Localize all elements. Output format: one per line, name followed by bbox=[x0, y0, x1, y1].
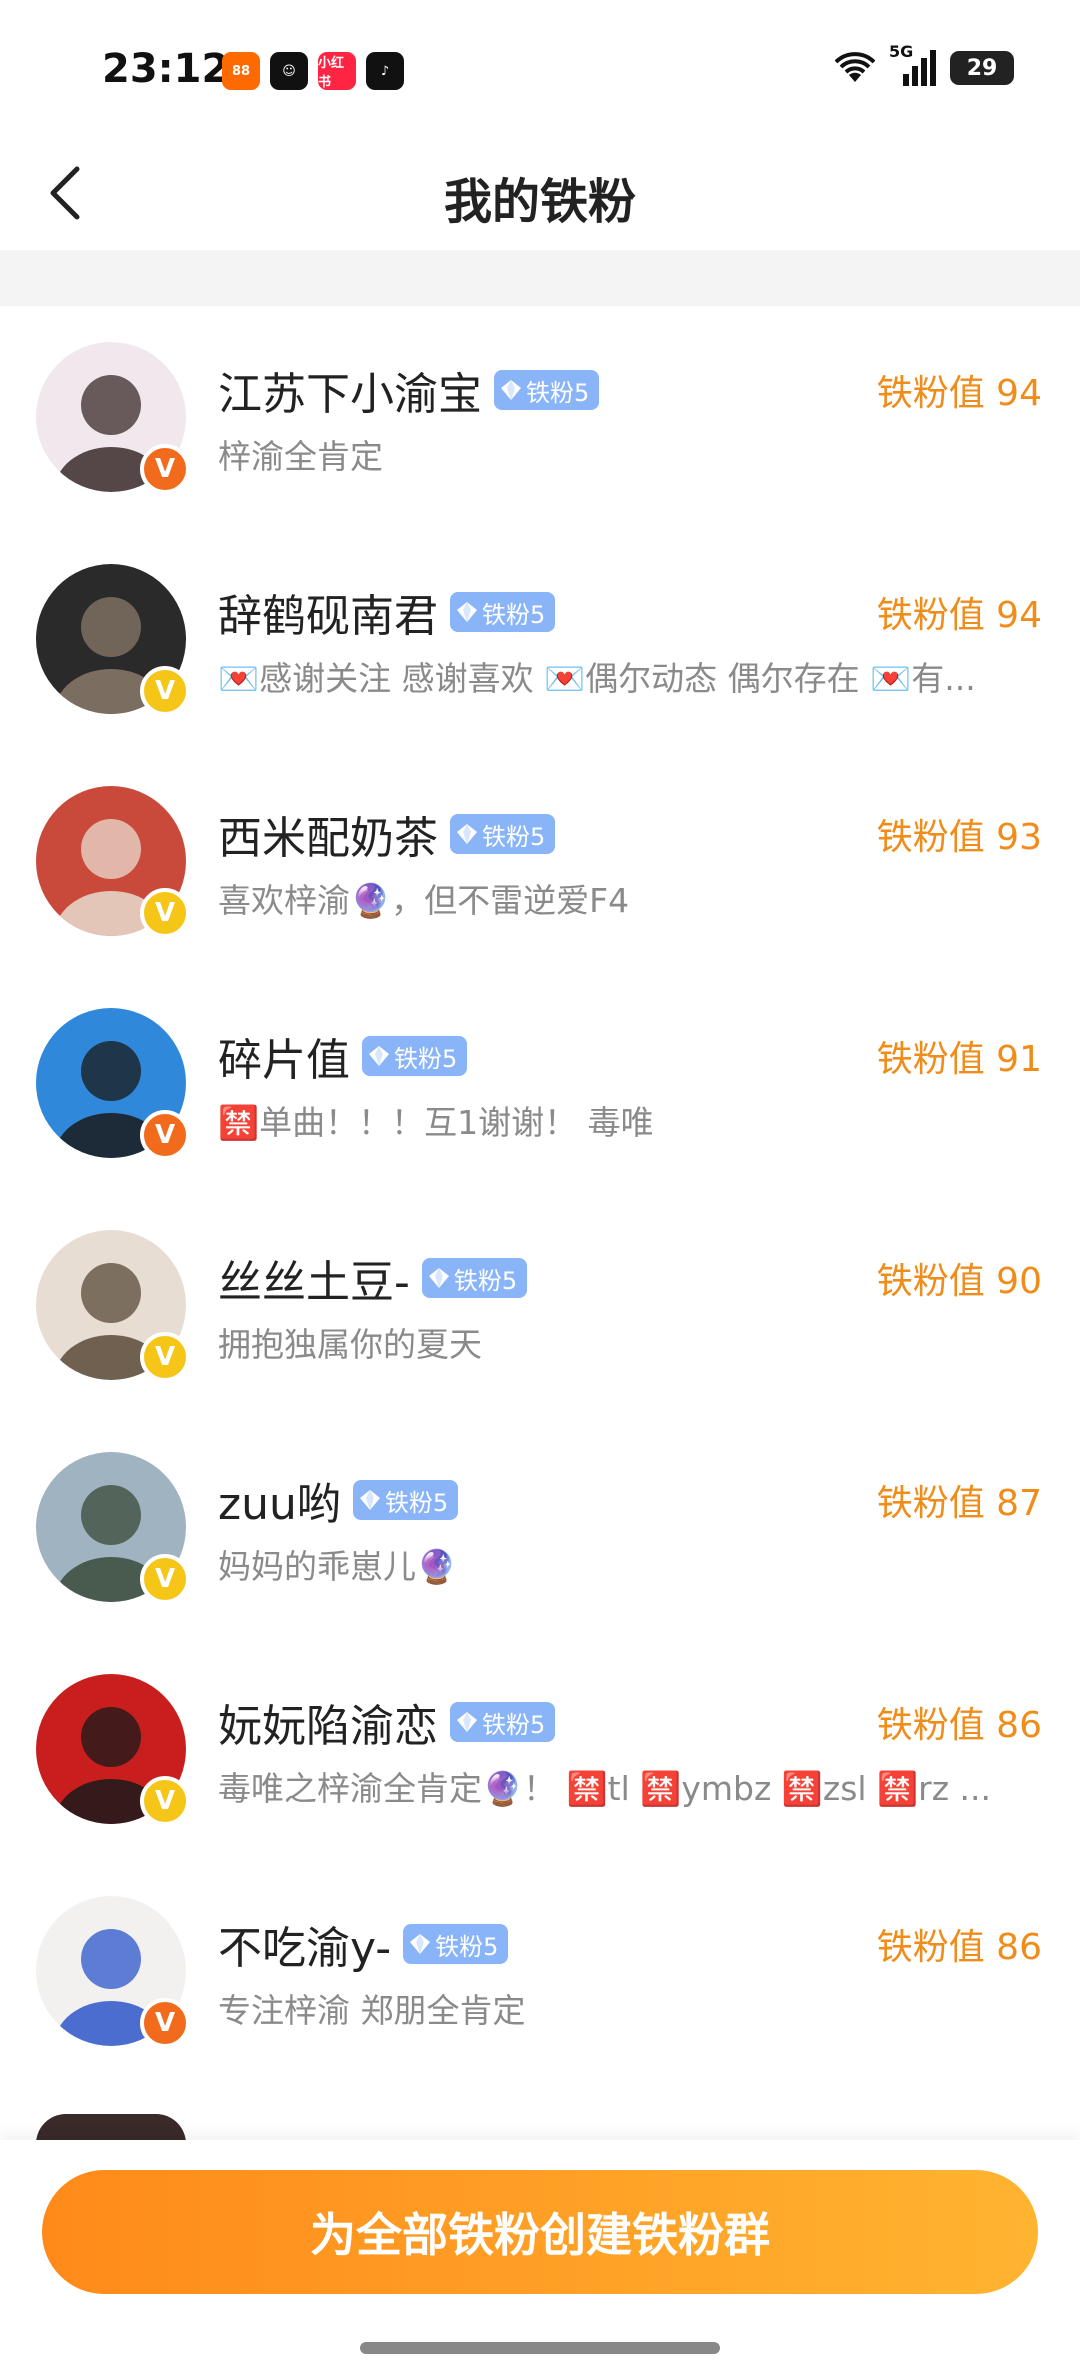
fan-name-line: 江苏下小渝宝 铁粉5 bbox=[218, 358, 600, 422]
fan-list-item[interactable]: V 妧妧陷渝恋 铁粉5 铁粉值 86 毒唯之梓渝全肯定🔮！ 🈲tl 🈲ymbz … bbox=[0, 1638, 1080, 1860]
create-fan-group-button[interactable]: 为全部铁粉创建铁粉群 bbox=[42, 2170, 1038, 2294]
fan-bio: 拥抱独属你的夏天 bbox=[218, 1325, 482, 1364]
fan-level-badge: 铁粉5 bbox=[403, 1924, 509, 1964]
verified-v-icon: V bbox=[140, 1554, 190, 1604]
avatar[interactable]: V bbox=[36, 1230, 190, 1382]
fan-name-line: 妧妧陷渝恋 铁粉5 bbox=[218, 1690, 556, 1754]
fan-name[interactable]: 不吃渝y- bbox=[218, 1912, 391, 1976]
avatar[interactable]: V bbox=[36, 786, 190, 938]
fan-score: 铁粉值 87 bbox=[876, 1483, 1042, 1524]
home-indicator[interactable] bbox=[360, 2342, 720, 2354]
fan-score: 铁粉值 90 bbox=[876, 1261, 1042, 1302]
fan-list-item[interactable]: V 辞鹤砚南君 铁粉5 铁粉值 94 💌感谢关注 感谢喜欢 💌偶尔动态 偶尔存在… bbox=[0, 528, 1080, 750]
fan-bio: 梓渝全肯定 bbox=[218, 437, 383, 476]
verified-v-icon: V bbox=[140, 888, 190, 938]
nav-bar: 我的铁粉 bbox=[0, 140, 1080, 250]
avatar[interactable]: V bbox=[36, 1008, 190, 1160]
fan-name-line: zuu哟 铁粉5 bbox=[218, 1468, 459, 1532]
avatar[interactable]: V bbox=[36, 342, 190, 494]
fan-score: 铁粉值 86 bbox=[876, 1705, 1042, 1746]
bottom-action-bar: 为全部铁粉创建铁粉群 bbox=[0, 2140, 1080, 2373]
avatar[interactable]: V bbox=[36, 1674, 190, 1826]
fan-name[interactable]: 妧妧陷渝恋 bbox=[218, 1690, 438, 1754]
fan-list-item[interactable]: V zuu哟 铁粉5 铁粉值 87 妈妈的乖崽儿🔮 bbox=[0, 1416, 1080, 1638]
fan-level-label: 铁粉5 bbox=[394, 1044, 458, 1073]
fan-name[interactable]: 丝丝土豆- bbox=[218, 1246, 410, 1310]
network-type: 5G bbox=[889, 42, 914, 61]
fan-list-item[interactable]: V 不吃渝y- 铁粉5 铁粉值 86 专注梓渝 郑朋全肯定 bbox=[0, 1860, 1080, 2082]
fan-level-badge: 铁粉5 bbox=[494, 370, 600, 410]
app-icon-shopping: 88 bbox=[222, 52, 260, 90]
app-icon-smile: ☺ bbox=[270, 52, 308, 90]
battery-icon: 29 bbox=[950, 51, 1014, 85]
verified-v-icon: V bbox=[140, 1332, 190, 1382]
fan-name-line: 西米配奶茶 铁粉5 bbox=[218, 802, 556, 866]
fan-name-line: 不吃渝y- 铁粉5 bbox=[218, 1912, 509, 1976]
app-icon-tiktok: ♪ bbox=[366, 52, 404, 90]
diamond-icon bbox=[457, 824, 477, 844]
app-icon-xiaohongshu: 小红书 bbox=[318, 52, 356, 90]
fan-name[interactable]: 碎片值 bbox=[218, 1024, 350, 1088]
fan-name[interactable]: 辞鹤砚南君 bbox=[218, 580, 438, 644]
fan-level-badge: 铁粉5 bbox=[450, 592, 556, 632]
fan-level-label: 铁粉5 bbox=[435, 1932, 499, 1961]
fan-bio: 毒唯之梓渝全肯定🔮！ 🈲tl 🈲ymbz 🈲zsl 🈲rz ... bbox=[218, 1769, 991, 1808]
section-divider bbox=[0, 250, 1080, 306]
fan-level-label: 铁粉5 bbox=[384, 1488, 449, 1517]
fan-level-badge: 铁粉5 bbox=[421, 1258, 528, 1298]
verified-v-icon: V bbox=[140, 1110, 190, 1160]
avatar[interactable]: V bbox=[36, 1452, 190, 1604]
verified-v-icon: V bbox=[140, 666, 190, 716]
fan-level-badge: 铁粉5 bbox=[352, 1480, 459, 1520]
fan-level-label: 铁粉5 bbox=[482, 822, 546, 851]
fan-bio: 专注梓渝 郑朋全肯定 bbox=[218, 1991, 526, 2030]
fan-level-label: 铁粉5 bbox=[453, 1266, 518, 1295]
fan-score: 铁粉值 93 bbox=[876, 817, 1042, 858]
diamond-icon bbox=[359, 1490, 380, 1510]
wifi-icon bbox=[835, 52, 875, 82]
status-app-icons: 88 ☺ 小红书 ♪ bbox=[222, 52, 404, 90]
status-indicators: 5G 29 bbox=[835, 42, 1014, 86]
fan-score: 铁粉值 86 bbox=[876, 1927, 1042, 1968]
fan-name[interactable]: 西米配奶茶 bbox=[218, 802, 438, 866]
fan-name-line: 辞鹤砚南君 铁粉5 bbox=[218, 580, 556, 644]
diamond-icon bbox=[410, 1934, 431, 1954]
fan-level-badge: 铁粉5 bbox=[362, 1036, 468, 1076]
fan-name[interactable]: 江苏下小渝宝 bbox=[218, 358, 482, 422]
fan-list-item[interactable]: V 西米配奶茶 铁粉5 铁粉值 93 喜欢梓渝🔮，但不雷逆爱F4 bbox=[0, 750, 1080, 972]
fan-level-badge: 铁粉5 bbox=[450, 1702, 556, 1742]
diamond-icon bbox=[457, 602, 477, 622]
status-bar: 23:12 88 ☺ 小红书 ♪ 5G 29 bbox=[0, 0, 1080, 140]
fan-level-label: 铁粉5 bbox=[482, 600, 546, 629]
fan-bio: 💌感谢关注 感谢喜欢 💌偶尔动态 偶尔存在 💌有... bbox=[218, 659, 976, 698]
fan-bio: 喜欢梓渝🔮，但不雷逆爱F4 bbox=[218, 881, 630, 920]
page-title: 我的铁粉 bbox=[443, 174, 636, 230]
fan-name[interactable]: zuu哟 bbox=[218, 1468, 341, 1532]
fan-list-item[interactable]: V 江苏下小渝宝 铁粉5 铁粉值 94 梓渝全肯定 bbox=[0, 306, 1080, 528]
fan-list: V 江苏下小渝宝 铁粉5 铁粉值 94 梓渝全肯定 V 辞鹤砚南君 铁粉5 铁粉… bbox=[0, 306, 1080, 2082]
fan-name-line: 丝丝土豆- 铁粉5 bbox=[218, 1246, 528, 1310]
fan-score: 铁粉值 94 bbox=[876, 595, 1042, 636]
fan-name-line: 碎片值 铁粉5 bbox=[218, 1024, 468, 1088]
fan-list-item[interactable]: V 碎片值 铁粉5 铁粉值 91 🈲单曲！！！互1谢谢！ 毒唯 bbox=[0, 972, 1080, 1194]
fan-level-label: 铁粉5 bbox=[526, 378, 590, 407]
fan-score: 铁粉值 94 bbox=[876, 373, 1042, 414]
fan-level-label: 铁粉5 bbox=[482, 1710, 546, 1739]
fan-list-item[interactable]: V 丝丝土豆- 铁粉5 铁粉值 90 拥抱独属你的夏天 bbox=[0, 1194, 1080, 1416]
verified-v-icon: V bbox=[140, 444, 190, 494]
diamond-icon bbox=[369, 1046, 389, 1066]
status-time: 23:12 bbox=[102, 46, 230, 92]
fan-bio: 🈲单曲！！！互1谢谢！ 毒唯 bbox=[218, 1103, 654, 1142]
verified-v-icon: V bbox=[140, 1776, 190, 1826]
avatar[interactable]: V bbox=[36, 564, 190, 716]
diamond-icon bbox=[457, 1712, 477, 1732]
fan-score: 铁粉值 91 bbox=[876, 1039, 1042, 1080]
avatar[interactable]: V bbox=[36, 1896, 190, 2048]
fan-bio: 妈妈的乖崽儿🔮 bbox=[218, 1547, 458, 1586]
verified-v-icon: V bbox=[140, 1998, 190, 2048]
signal-icon: 5G bbox=[889, 42, 936, 86]
diamond-icon bbox=[428, 1268, 449, 1288]
fan-level-badge: 铁粉5 bbox=[450, 814, 556, 854]
diamond-icon bbox=[501, 380, 521, 400]
